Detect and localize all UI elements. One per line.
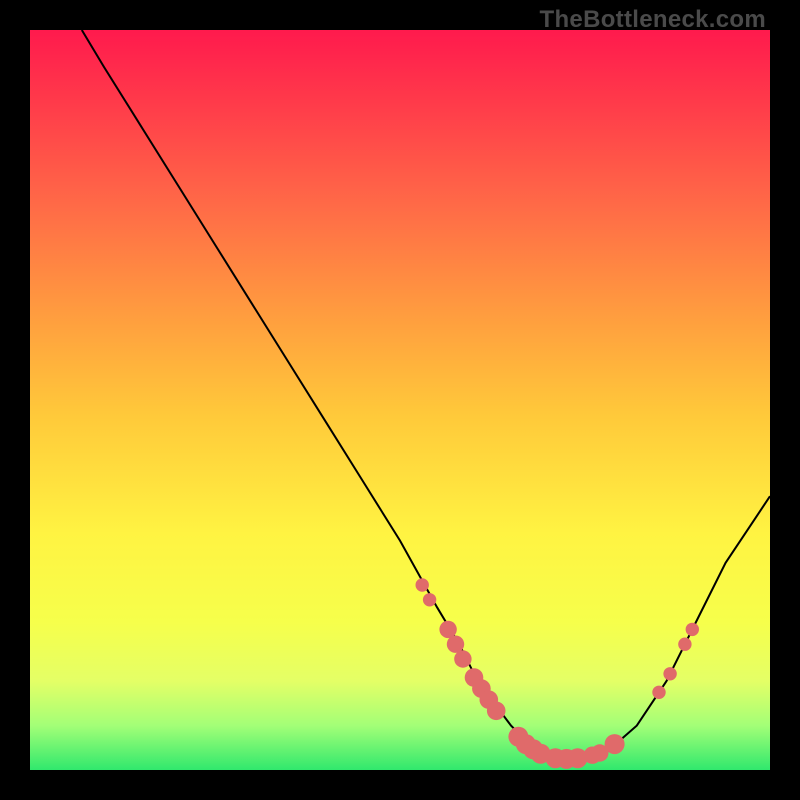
data-marker	[454, 650, 471, 667]
data-marker	[423, 593, 436, 606]
data-marker	[416, 578, 429, 591]
data-marker	[678, 638, 691, 651]
data-marker	[663, 667, 676, 680]
bottleneck-curve	[82, 30, 770, 759]
marker-group	[416, 578, 700, 769]
data-marker	[605, 734, 625, 754]
data-marker	[439, 621, 456, 638]
data-marker	[652, 686, 665, 699]
data-marker	[487, 702, 506, 721]
chart-svg	[30, 30, 770, 770]
data-marker	[447, 636, 464, 653]
data-marker	[686, 623, 699, 636]
